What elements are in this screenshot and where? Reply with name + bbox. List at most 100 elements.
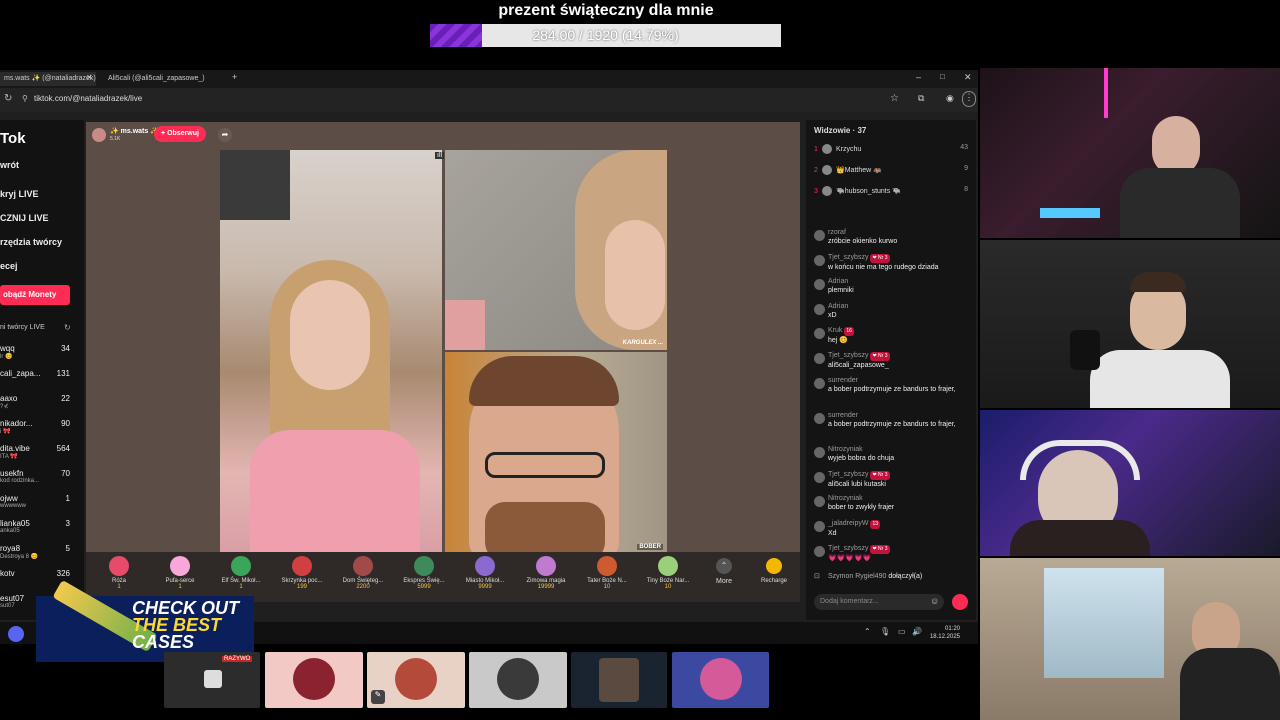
creator-viewer-count: 564	[56, 444, 70, 453]
chat-message[interactable]: Tjet_szybszy ❤ Nr 3 ali5cali lubi kutaski	[814, 470, 974, 489]
host-avatar[interactable]	[92, 128, 106, 142]
creator-viewer-count: 22	[61, 394, 70, 403]
creator-sub: lr 😊	[0, 354, 13, 360]
minimize-icon[interactable]: –	[916, 72, 921, 82]
chat-message[interactable]: rzoraf zróbcie okienko kurwo	[814, 228, 974, 246]
suggested-creator[interactable]: cali_zapa... 131	[0, 369, 80, 378]
creator-name: dita.vibe	[0, 444, 30, 453]
get-coins-button[interactable]: obądź Monety	[0, 285, 70, 305]
gift-item[interactable]: Zimowa magia 19999	[517, 556, 575, 590]
suggested-creator[interactable]: ojww wwwwww 1	[0, 494, 80, 509]
menu-icon[interactable]: ⋮	[962, 91, 976, 107]
tiktok-logo[interactable]: Tok	[0, 130, 26, 147]
close-window-icon[interactable]: ✕	[964, 72, 972, 83]
suggested-creator[interactable]: usekfn kod rodzinka... 70	[0, 469, 80, 484]
suggested-header: ni twórcy LIVE	[0, 324, 45, 331]
clock[interactable]: 01:20 18.12.2025	[926, 625, 960, 641]
suggested-creator[interactable]: dita.vibe ITA 🎀 564	[0, 444, 80, 460]
user-badge: ❤ Nr 3	[870, 471, 890, 480]
follow-button[interactable]: + Obserwuj	[154, 126, 206, 142]
recharge-button[interactable]: Recharge	[750, 558, 798, 584]
extensions-icon[interactable]: ⧉	[918, 93, 924, 104]
nav-item[interactable]: rzędzia twórcy	[0, 237, 62, 247]
dock-tile-6[interactable]	[672, 652, 769, 708]
gift-item[interactable]: Miasto Mikoł... 9999	[456, 556, 514, 590]
chat-message[interactable]: _jaladreipyW 13 Xd	[814, 519, 974, 538]
refresh-icon[interactable]: ↻	[64, 323, 71, 332]
close-tab-icon[interactable]: ✕	[86, 73, 93, 82]
suggested-creator[interactable]: kotv 326	[0, 569, 80, 578]
url-field[interactable]: tiktok.com/@nataliadrazek/live	[34, 94, 142, 103]
user-badge: ❤ Nr 3	[870, 254, 890, 263]
chat-username: Nitrozyniak	[828, 494, 974, 503]
viewers-header[interactable]: Widzowie · 37	[814, 126, 866, 135]
tray-chevron-icon[interactable]: ⌃	[864, 627, 871, 636]
suggested-creator[interactable]: lianka05 anka05 3	[0, 519, 80, 534]
dock-tile-5[interactable]	[571, 652, 667, 708]
gift-icon	[353, 556, 373, 576]
host-name[interactable]: ✨ ms.wats ✨	[110, 127, 159, 135]
discord-icon[interactable]	[8, 626, 24, 642]
gift-item[interactable]: Dom Święteg... 2200	[334, 556, 392, 590]
guest-video-left[interactable]	[220, 150, 442, 554]
dock-tile-2[interactable]	[265, 652, 363, 708]
top-viewer[interactable]: 3 🐃hubson_stunts 🐃 8	[814, 186, 974, 196]
dock-tile-1[interactable]: RAZYWO	[164, 652, 260, 708]
nav-item[interactable]: kryj LIVE	[0, 189, 39, 199]
mute-icon: ✎	[371, 690, 385, 704]
maximize-icon[interactable]: □	[940, 72, 945, 81]
gift-item[interactable]: Róża 1	[90, 556, 148, 590]
more-gifts-button[interactable]: ⌃ More	[704, 558, 744, 585]
chat-message[interactable]: Nitrozyniak bober to zwykły frajer	[814, 494, 974, 512]
chat-message[interactable]: Tjet_szybszy ❤ Nr 3 💗💗💗💗💗	[814, 544, 974, 563]
tab-2[interactable]: Ali5cali (@ali5cali_zapasowe_)	[104, 72, 224, 86]
reload-icon[interactable]: ↻	[4, 93, 12, 104]
dock-tile-3[interactable]: ✎	[367, 652, 465, 708]
new-tab-icon[interactable]: +	[232, 72, 237, 82]
username-text: Nitrozyniak	[828, 446, 863, 453]
tab-active[interactable]: ms.wats ✨ (@nataliadrazek)	[0, 72, 96, 86]
profile-icon[interactable]: ◉	[946, 93, 954, 104]
guest-video-bottom-right[interactable]: BOBER	[445, 352, 667, 554]
chat-text: bober to zwykły frajer	[828, 504, 895, 511]
guest-video-top-right[interactable]: KARGULEX ...	[445, 150, 667, 350]
like-heart-button[interactable]	[952, 594, 968, 610]
chat-username: Tjet_szybszy ❤ Nr 3	[828, 544, 974, 554]
emoji-icon[interactable]: ☺	[930, 596, 939, 606]
suggested-creator[interactable]: aaxo ?⊀ 22	[0, 394, 80, 410]
top-viewer[interactable]: 2 👑Matthew 🦛 9	[814, 165, 974, 175]
goal-progress-text: 284.00 / 1920 (14.79%)	[532, 27, 679, 43]
chat-username: surrender	[828, 411, 974, 420]
suggested-creator[interactable]: nikador... i 🎀 90	[0, 419, 80, 435]
chat-message[interactable]: Adrian plemniki	[814, 277, 974, 295]
site-info-icon[interactable]: ⚲	[22, 94, 28, 103]
person-arm	[445, 300, 485, 350]
gift-item[interactable]: Ekspres Świę... 5999	[395, 556, 453, 590]
gift-item[interactable]: Tater Boże N... 10	[578, 556, 636, 590]
microphone-icon[interactable]: 🎙	[880, 627, 890, 636]
volume-icon[interactable]: 🔊	[912, 627, 922, 636]
gift-item[interactable]: Skrzynka poc... 199	[273, 556, 331, 590]
chat-message[interactable]: Adrian xD	[814, 302, 974, 320]
top-viewer[interactable]: 1 Krzychu 43	[814, 144, 974, 154]
share-icon[interactable]: ➦	[218, 128, 232, 142]
display-icon[interactable]: ▭	[898, 627, 906, 636]
dock-tile-4[interactable]	[469, 652, 567, 708]
gift-item[interactable]: Tiny Boże Nar... 10	[639, 556, 697, 590]
chat-message[interactable]: surrender a bober podtrzymuje ze bandurs …	[814, 411, 974, 429]
gift-item[interactable]: Elf Św. Mikoł... 1	[212, 556, 270, 590]
nav-item[interactable]: wrót	[0, 160, 19, 170]
suggested-creator[interactable]: royа8 Destroya 8 😊 5	[0, 544, 80, 560]
chat-message[interactable]: Tjet_szybszy ❤ Nr 3w końcu nie ma tego ru…	[814, 253, 974, 272]
comment-input[interactable]: Dodaj komentarz...	[814, 594, 944, 610]
chat-message[interactable]: surrender a bober podtrzymuje ze bandurs …	[814, 376, 974, 394]
suggested-creator[interactable]: wqq lr 😊 34	[0, 344, 80, 360]
chat-message[interactable]: Nitrozyniak wyjeb bobra do chuja	[814, 445, 974, 463]
chat-message[interactable]: Kruk 16 hej 😊	[814, 326, 974, 345]
bookmark-star-icon[interactable]: ☆	[890, 93, 899, 104]
gift-icon	[170, 556, 190, 576]
chat-message[interactable]: Tjet_szybszy ❤ Nr 3 ali5cali_zapasowe_	[814, 351, 974, 370]
gift-item[interactable]: Pufa-serce 1	[151, 556, 209, 590]
nav-item[interactable]: CZNIJ LIVE	[0, 213, 49, 223]
nav-item[interactable]: ecej	[0, 261, 18, 271]
